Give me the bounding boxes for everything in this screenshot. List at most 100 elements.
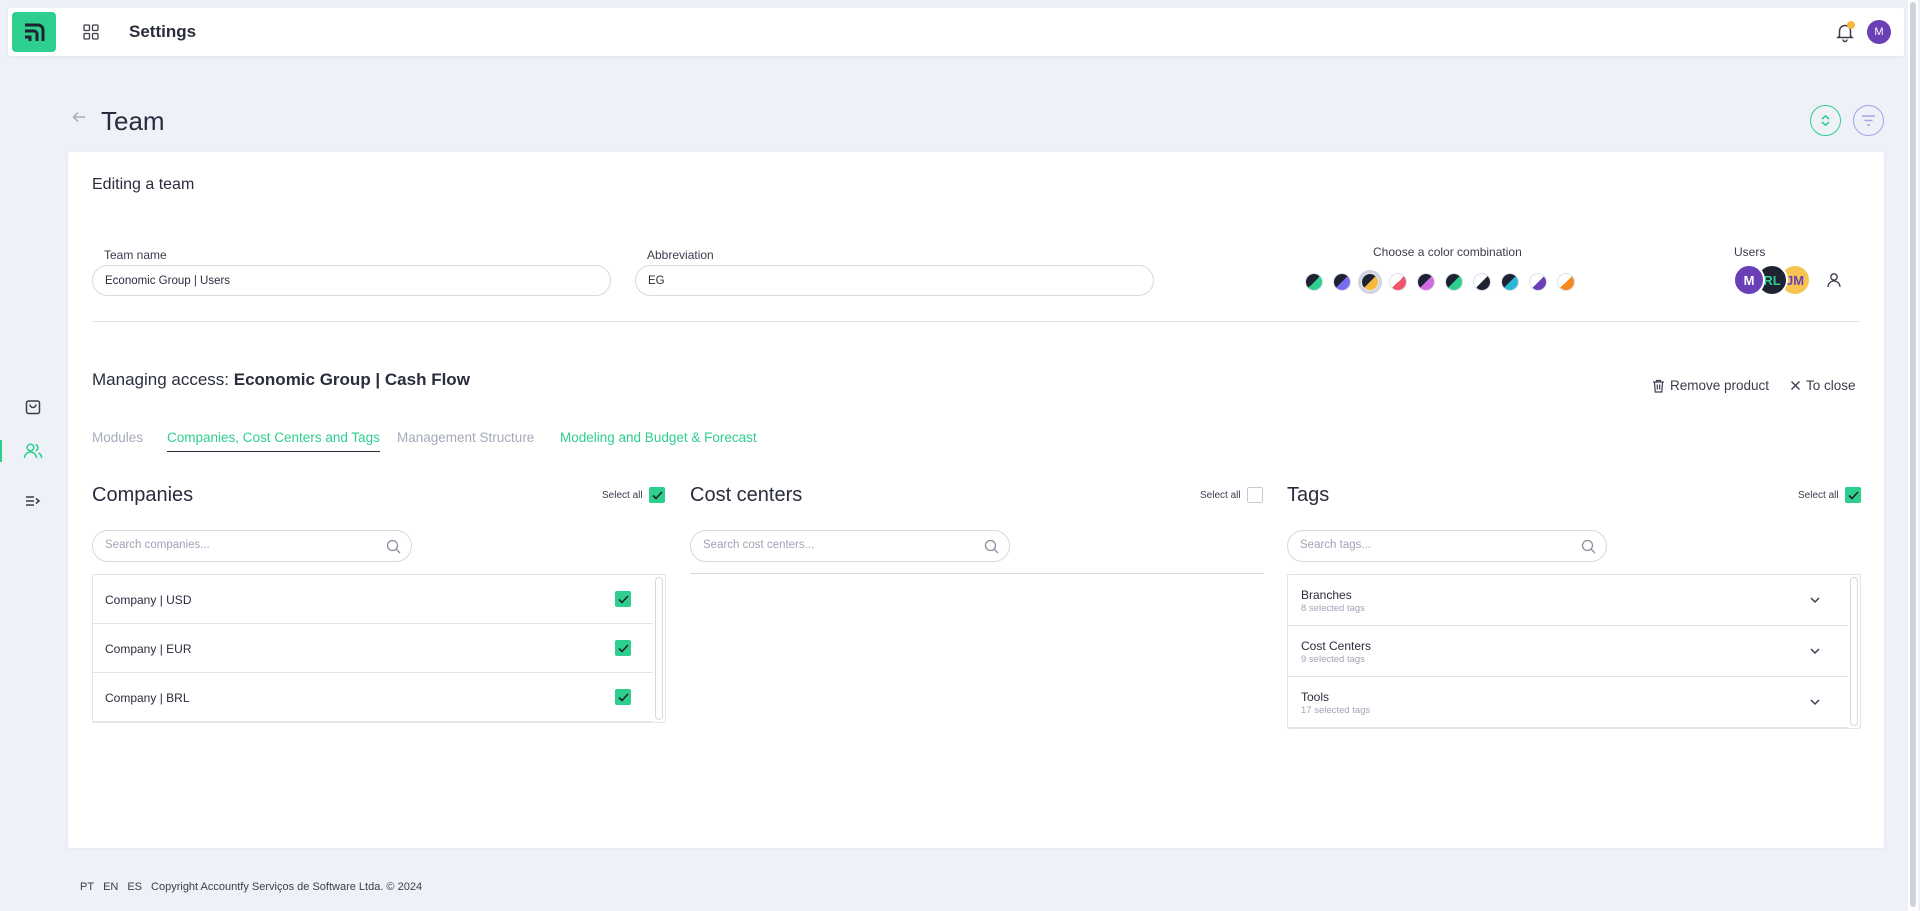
tags-list: Branches 8 selected tags Cost Centers 9 sel… xyxy=(1287,574,1861,729)
team-name-label: Team name xyxy=(104,248,167,262)
team-name-input[interactable] xyxy=(92,265,611,296)
search-icon xyxy=(984,539,999,554)
company-checkbox[interactable] xyxy=(615,689,631,705)
language-en[interactable]: EN xyxy=(103,881,118,893)
tab-management-structure[interactable]: Management Structure xyxy=(397,430,534,451)
abbreviation-input[interactable] xyxy=(635,265,1154,296)
page-heading: Settings xyxy=(129,22,197,41)
company-checkbox[interactable] xyxy=(615,591,631,607)
check-icon xyxy=(617,643,629,653)
page-scrollbar-thumb[interactable] xyxy=(1910,2,1916,907)
tag-group-count: 8 selected tags xyxy=(1301,603,1365,614)
check-icon xyxy=(651,490,663,500)
user-avatar[interactable]: M xyxy=(1867,20,1891,44)
color-combination-label: Choose a color combination xyxy=(1373,245,1522,259)
check-icon xyxy=(1847,490,1859,500)
arrow-left-icon[interactable] xyxy=(72,110,86,128)
tags-search-box xyxy=(1287,530,1607,562)
color-swatch[interactable] xyxy=(1501,273,1519,291)
tag-group-name: Branches xyxy=(1301,588,1352,602)
tag-group-name: Cost Centers xyxy=(1301,639,1372,653)
color-swatch[interactable] xyxy=(1445,273,1463,291)
check-icon xyxy=(617,594,629,604)
color-swatch[interactable] xyxy=(1529,273,1547,291)
companies-scrollbar[interactable] xyxy=(655,577,663,720)
tags-title: Tags xyxy=(1287,484,1330,506)
users-icon[interactable] xyxy=(22,440,44,462)
color-swatch[interactable] xyxy=(1557,273,1575,291)
chevron-down-icon[interactable] xyxy=(1808,593,1822,607)
color-swatch[interactable] xyxy=(1389,273,1407,291)
language-es[interactable]: ES xyxy=(127,881,142,893)
chevron-down-icon[interactable] xyxy=(1808,644,1822,658)
color-swatch[interactable] xyxy=(1333,273,1351,291)
notifications-button[interactable] xyxy=(1834,21,1856,43)
tags-search-input[interactable] xyxy=(1300,539,1560,551)
team-editor-card: Editing a team Team name Abbreviation Ch… xyxy=(68,152,1884,848)
abbreviation-label: Abbreviation xyxy=(647,248,714,262)
user-icon[interactable] xyxy=(1825,271,1843,289)
tag-group-count: 9 selected tags xyxy=(1301,654,1365,665)
company-name: Company | USD xyxy=(105,593,192,607)
tab-modeling-budget-forecast[interactable]: Modeling and Budget & Forecast xyxy=(560,430,757,451)
users-label: Users xyxy=(1734,245,1766,259)
tag-group-name: Tools xyxy=(1301,690,1330,704)
tab-companies-cost-centers-tags[interactable]: Companies, Cost Centers and Tags xyxy=(167,430,380,452)
companies-select-all-checkbox[interactable] xyxy=(649,487,665,503)
check-icon xyxy=(617,692,629,702)
company-row: Company | BRL xyxy=(93,673,653,722)
company-row: Company | EUR xyxy=(93,624,653,673)
close-label: To close xyxy=(1806,378,1856,393)
search-icon xyxy=(1581,539,1596,554)
tag-group-row[interactable]: Tools 17 selected tags xyxy=(1288,677,1848,728)
color-swatch[interactable] xyxy=(1305,273,1323,291)
color-swatch[interactable] xyxy=(1473,273,1491,291)
cost-centers-title: Cost centers xyxy=(690,484,803,506)
expand-collapse-icon xyxy=(1821,114,1830,127)
company-checkbox[interactable] xyxy=(615,640,631,656)
language-pt[interactable]: PT xyxy=(80,881,94,893)
chevron-down-icon[interactable] xyxy=(1808,695,1822,709)
page-title: Team xyxy=(101,106,165,136)
cost-centers-list-empty xyxy=(690,573,1264,574)
companies-select-all-label: Select all xyxy=(602,490,643,501)
footer: PT EN ES Copyright Accountfy Serviços de… xyxy=(80,881,422,893)
product-name: Economic Group | Cash Flow xyxy=(233,370,470,389)
managing-prefix: Managing access: xyxy=(92,370,234,389)
companies-search-box xyxy=(92,530,412,562)
notification-badge xyxy=(1847,21,1855,29)
managing-access-title: Managing access: Economic Group | Cash F… xyxy=(92,370,470,390)
copyright-text: Copyright Accountfy Serviços de Software… xyxy=(151,881,423,893)
sidenav-active-indicator xyxy=(0,440,2,462)
list-arrow-icon[interactable] xyxy=(22,490,44,512)
accountfy-logo[interactable] xyxy=(12,12,56,52)
company-name: Company | EUR xyxy=(105,642,192,656)
close-button[interactable]: To close xyxy=(1790,378,1856,393)
filter-button[interactable] xyxy=(1853,105,1884,136)
editor-heading: Editing a team xyxy=(92,176,195,193)
companies-list: Company | USD Company | EUR Company | BRL xyxy=(92,574,666,723)
cost-centers-select-all-label: Select all xyxy=(1200,490,1241,501)
search-icon xyxy=(386,539,401,554)
company-row: Company | USD xyxy=(93,575,653,624)
section-divider xyxy=(92,321,1860,322)
cost-centers-search-input[interactable] xyxy=(703,539,963,551)
expand-collapse-button[interactable] xyxy=(1810,105,1841,136)
grid-icon[interactable] xyxy=(82,23,100,41)
color-swatch[interactable] xyxy=(1417,273,1435,291)
tag-group-row[interactable]: Cost Centers 9 selected tags xyxy=(1288,626,1848,677)
cost-centers-select-all-checkbox[interactable] xyxy=(1247,487,1263,503)
filter-icon xyxy=(1862,115,1875,126)
tag-group-count: 17 selected tags xyxy=(1301,705,1371,716)
tab-modules[interactable]: Modules xyxy=(92,430,143,451)
color-swatch[interactable] xyxy=(1361,273,1379,291)
tags-scrollbar[interactable] xyxy=(1850,577,1858,726)
close-icon xyxy=(1791,381,1800,390)
remove-product-button[interactable]: Remove product xyxy=(1652,378,1769,393)
tag-group-row[interactable]: Branches 8 selected tags xyxy=(1288,575,1848,626)
cost-centers-search-box xyxy=(690,530,1010,562)
tags-select-all-checkbox[interactable] xyxy=(1845,487,1861,503)
companies-search-input[interactable] xyxy=(105,539,365,551)
team-user-avatar[interactable]: M xyxy=(1733,264,1765,296)
shopping-bag-icon[interactable] xyxy=(22,396,44,418)
